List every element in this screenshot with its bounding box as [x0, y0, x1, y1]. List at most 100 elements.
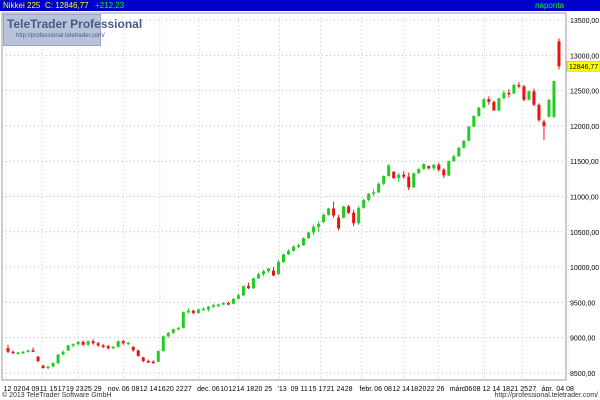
candle-body: [16, 352, 20, 354]
candle-body: [432, 164, 436, 169]
candle-body: [21, 351, 25, 354]
candle-body: [292, 246, 296, 251]
candle-body: [226, 303, 230, 305]
candle-body: [387, 165, 391, 177]
candle-body: [46, 366, 50, 369]
candle-body: [251, 278, 255, 289]
candle-body: [231, 298, 235, 304]
candlestick-chart[interactable]: 8500,00 9000,00 9500,00 10000,00 10500,00 110…: [0, 11, 600, 391]
candle-body: [467, 126, 471, 141]
candle-body: [86, 341, 90, 345]
candle-body: [191, 310, 195, 313]
candle-body: [462, 140, 466, 148]
candle-body: [427, 166, 431, 169]
candle-body: [482, 99, 486, 108]
candle-body: [377, 183, 381, 193]
candle-body: [507, 92, 511, 95]
candle-body: [66, 345, 70, 351]
logo-url: http://professional.teletrader.com/: [16, 33, 105, 39]
candle-body: [352, 212, 356, 224]
candle-body: [166, 332, 170, 337]
candle-body: [362, 200, 366, 208]
candle-body: [347, 206, 351, 213]
candle-body: [497, 98, 501, 111]
candle-body: [487, 99, 491, 102]
candle-body: [236, 295, 240, 299]
candle-body: [342, 206, 346, 218]
candle-body: [176, 327, 180, 330]
candle-body: [397, 174, 401, 179]
symbol-label: Nikkei 225: [3, 1, 41, 10]
footer-url[interactable]: http://professional.teletrader.com/: [495, 391, 599, 400]
candle-body: [91, 341, 95, 344]
candle-body: [337, 217, 341, 229]
chart-header-bar: Nikkei 225 C: 12846,77 +212,23 naponta: [0, 0, 600, 11]
candle-body: [392, 171, 396, 179]
candle-body: [317, 224, 321, 227]
chart-window: Nikkei 225 C: 12846,77 +212,23 naponta 8…: [0, 0, 600, 400]
candle-body: [372, 192, 376, 194]
candle-body: [161, 336, 165, 352]
candle-body: [246, 286, 250, 289]
candle-body: [31, 350, 35, 352]
candle-body: [156, 351, 160, 362]
candle-body: [6, 348, 10, 352]
candle-body: [181, 312, 185, 328]
candle-body: [382, 176, 386, 184]
candle-body: [186, 310, 190, 313]
candle-body: [271, 270, 275, 276]
candle-body: [281, 254, 285, 263]
candle-body: [61, 351, 65, 355]
y-tick-label: 9500,00: [570, 300, 595, 307]
candle-body: [557, 41, 561, 67]
chart-footer: © 2013 TeleTrader Software GmbH http://p…: [0, 391, 600, 400]
copyright-text: © 2013 TeleTrader Software GmbH: [2, 392, 112, 399]
candle-body: [457, 147, 461, 157]
candle-body: [276, 262, 280, 275]
candle-body: [151, 361, 155, 364]
candle-body: [206, 306, 210, 310]
candle-body: [56, 354, 60, 364]
candle-body: [542, 121, 546, 126]
candle-body: [307, 232, 311, 239]
candle-body: [522, 86, 526, 100]
candle-body: [502, 92, 506, 99]
candle-body: [261, 271, 265, 275]
candle-body: [256, 274, 260, 279]
last-price-value: 12846,77: [569, 64, 598, 71]
candle-body: [106, 346, 110, 349]
plot-area[interactable]: 8500,00 9000,00 9500,00 10000,00 10500,00 110…: [0, 11, 600, 391]
candle-body: [216, 304, 220, 306]
logo-title: TeleTrader Professional: [7, 17, 143, 31]
candle-body: [437, 164, 441, 170]
candle-body: [297, 245, 301, 247]
candle-body: [407, 176, 411, 188]
candle-body: [512, 84, 516, 94]
candle-body: [11, 351, 15, 354]
candle-body: [327, 208, 331, 215]
candle-body: [367, 193, 371, 201]
candle-body: [201, 308, 205, 311]
candle-body: [517, 84, 521, 87]
y-tick-label: 8500,00: [570, 371, 595, 378]
y-tick-label: 10500,00: [570, 230, 599, 237]
candle-body: [111, 346, 115, 349]
candle-body: [266, 268, 270, 272]
candle-body: [287, 250, 291, 255]
candle-body: [36, 356, 40, 361]
candle-body: [121, 341, 125, 344]
period-label: naponta: [535, 1, 564, 10]
candle-body: [402, 174, 406, 177]
candle-body: [477, 107, 481, 117]
candle-body: [171, 329, 175, 333]
candle-body: [26, 350, 30, 352]
candle-body: [357, 207, 361, 224]
candle-body: [442, 169, 446, 176]
y-tick-label: 10000,00: [570, 265, 599, 272]
candle-body: [71, 344, 75, 346]
candle-body: [547, 99, 551, 117]
y-tick-label: 12000,00: [570, 124, 599, 131]
candle-body: [422, 164, 426, 169]
y-tick-label: 11000,00: [570, 195, 599, 202]
candle-body: [101, 345, 105, 347]
